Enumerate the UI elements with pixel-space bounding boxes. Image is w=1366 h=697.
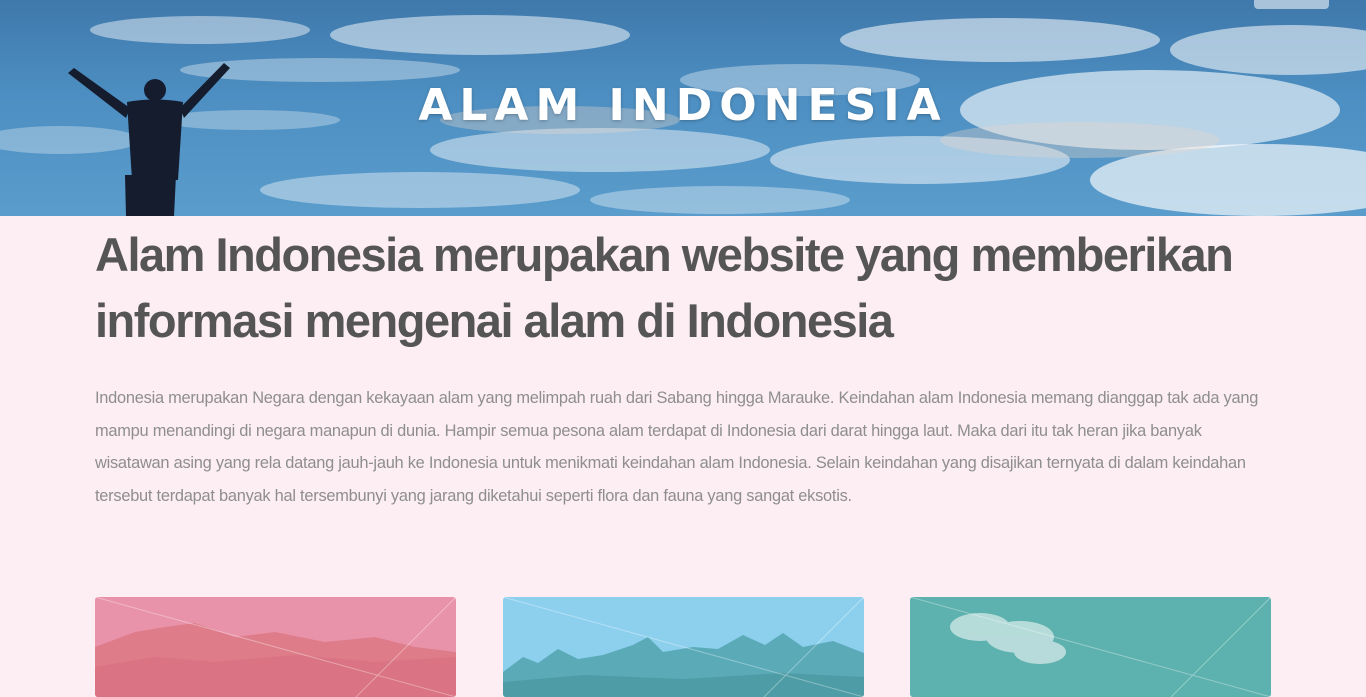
hero-banner: ALAM INDONESIA	[0, 0, 1366, 216]
mountain-card[interactable]	[95, 597, 456, 697]
page-headline: Alam Indonesia merupakan website yang me…	[95, 228, 1234, 347]
intro-paragraph: Indonesia merupakan Negara dengan kekaya…	[95, 389, 1259, 506]
karst-hills-card[interactable]	[503, 597, 864, 697]
top-right-button[interactable]	[1254, 0, 1329, 9]
site-title: ALAM INDONESIA	[418, 80, 948, 131]
karst-hills-image	[503, 597, 864, 697]
mountain-image	[95, 597, 456, 697]
teal-sky-image	[910, 597, 1271, 697]
teal-sky-card[interactable]	[910, 597, 1271, 697]
